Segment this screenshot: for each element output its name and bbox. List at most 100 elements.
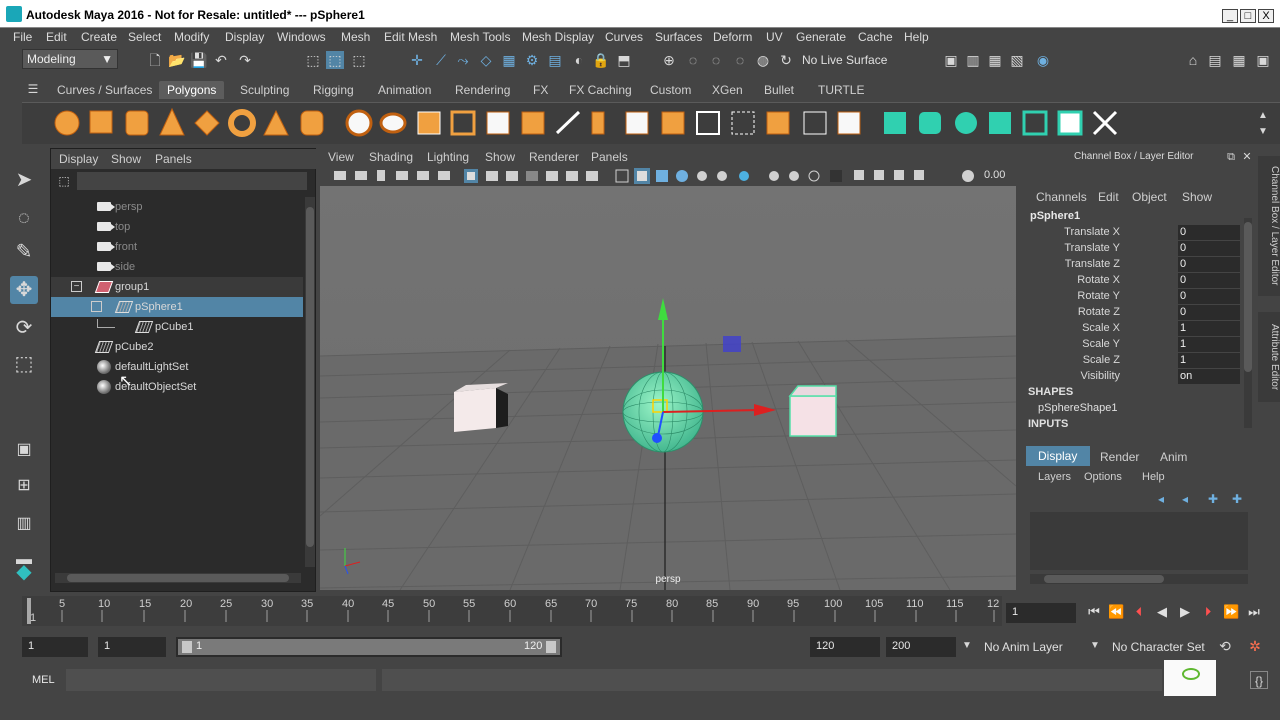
snap-point-icon[interactable]: ⤳: [454, 51, 472, 69]
channel-value-field[interactable]: 1: [1178, 337, 1240, 352]
layer-move-up-icon[interactable]: ◂: [1152, 490, 1170, 508]
paint-select-tool-icon[interactable]: ✎: [10, 238, 38, 266]
uv-spherical-icon[interactable]: [955, 112, 977, 134]
menu-file[interactable]: File: [13, 30, 32, 44]
modeling-toolkit-icon[interactable]: ◆: [10, 558, 38, 586]
grease-pencil-icon[interactable]: [438, 171, 450, 180]
tab-fx[interactable]: FX: [525, 81, 556, 99]
perspective-viewport[interactable]: persp: [320, 186, 1016, 590]
menu-edit-mesh[interactable]: Edit Mesh: [384, 30, 437, 44]
input-icon[interactable]: ⬒: [615, 51, 633, 69]
tab-turtle[interactable]: TURTLE: [810, 81, 872, 99]
channel-value-field[interactable]: 0: [1178, 289, 1240, 304]
menu-curves[interactable]: Curves: [605, 30, 643, 44]
uv-unfold-icon[interactable]: [1022, 110, 1048, 136]
gate-mask-icon[interactable]: [526, 171, 538, 181]
tab-animation[interactable]: Animation: [370, 81, 439, 99]
layout-icon[interactable]: ▤: [1206, 51, 1224, 69]
hud-icon[interactable]: [914, 170, 924, 180]
outliner-menu-show[interactable]: Show: [111, 152, 141, 166]
outliner-vscrollbar[interactable]: [305, 197, 315, 567]
outliner-search-input[interactable]: [77, 172, 307, 190]
tab-curves-surfaces[interactable]: Curves / Surfaces: [49, 81, 160, 99]
ambient-occlusion-icon[interactable]: [739, 171, 749, 181]
wireframe-icon[interactable]: [615, 169, 629, 183]
edit-menu[interactable]: Edit: [1098, 190, 1119, 204]
shelf-scroll-down-icon[interactable]: ▼: [1254, 123, 1272, 141]
boolean-icon[interactable]: [486, 111, 510, 135]
extract-icon[interactable]: [417, 111, 441, 135]
close-panel-icon[interactable]: ✕: [1238, 148, 1256, 166]
image-plane-icon[interactable]: [396, 171, 408, 180]
safe-action-icon[interactable]: [566, 171, 578, 181]
chevron-down-icon[interactable]: ▼: [958, 637, 976, 655]
command-input[interactable]: [66, 669, 376, 691]
time-slider[interactable]: 1 5 10 15 20 25 30 35 40 45 50 55 60 65 …: [22, 596, 1002, 626]
step-back-frame-icon[interactable]: ⏪: [1108, 604, 1124, 620]
2d-pan-icon[interactable]: [417, 171, 429, 180]
menu-generate[interactable]: Generate: [796, 30, 846, 44]
redo-icon[interactable]: ↷: [236, 51, 254, 69]
camera-attributes-icon[interactable]: [355, 171, 367, 180]
viewport-menu-shading[interactable]: Shading: [369, 150, 413, 164]
menu-select[interactable]: Select: [128, 30, 161, 44]
script-editor-icon[interactable]: {}: [1250, 671, 1268, 689]
toggle-panel-icon[interactable]: ▦: [1230, 51, 1248, 69]
isolate-select-icon[interactable]: [830, 170, 842, 182]
xray-components-icon[interactable]: [894, 170, 904, 180]
play-backwards-icon[interactable]: ◀: [1154, 604, 1170, 620]
ipr-icon[interactable]: ◐: [570, 51, 588, 69]
collapse-toggle-icon[interactable]: [91, 301, 102, 312]
symmetry-icon[interactable]: ◍: [754, 51, 772, 69]
bookmark-icon[interactable]: [377, 170, 385, 181]
poly-cylinder-icon[interactable]: [125, 110, 149, 136]
menu-mesh[interactable]: Mesh: [341, 30, 370, 44]
snap-surface-icon[interactable]: ▦: [500, 51, 518, 69]
tab-rendering[interactable]: Rendering: [447, 81, 518, 99]
lasso-icon[interactable]: ◌: [684, 51, 702, 69]
mirror-icon[interactable]: [521, 111, 545, 135]
range-end-grip[interactable]: [546, 641, 556, 653]
layer-list[interactable]: [1030, 512, 1248, 570]
layers-menu[interactable]: Layers: [1038, 471, 1071, 483]
viewport-menu-view[interactable]: View: [328, 150, 354, 164]
menu-help[interactable]: Help: [904, 30, 929, 44]
animation-end-field[interactable]: 200: [886, 637, 956, 657]
channel-value-field[interactable]: 1: [1178, 353, 1240, 368]
character-set-selector[interactable]: No Character Set: [1112, 640, 1205, 654]
paint-select-icon[interactable]: ◌: [707, 51, 725, 69]
menu-surfaces[interactable]: Surfaces: [655, 30, 702, 44]
poly-cone-icon[interactable]: [159, 107, 185, 136]
outliner-item[interactable]: top: [51, 217, 303, 237]
snap-view-icon[interactable]: ◇: [477, 51, 495, 69]
range-slider[interactable]: 1 120: [176, 637, 562, 657]
single-perspective-icon[interactable]: ▣: [10, 436, 38, 464]
outliner-menu-display[interactable]: Display: [59, 152, 98, 166]
layer-tab-anim[interactable]: Anim: [1160, 450, 1187, 464]
bevel-icon[interactable]: [661, 111, 685, 135]
smooth-icon[interactable]: [450, 110, 476, 136]
render-current-icon[interactable]: ▤: [546, 51, 564, 69]
safe-title-icon[interactable]: [586, 171, 598, 181]
step-forward-key-icon[interactable]: ⏵: [1200, 604, 1216, 620]
lasso-tool-icon[interactable]: ◌: [10, 204, 38, 232]
go-to-end-icon[interactable]: ⏭: [1246, 604, 1262, 620]
collapse-toggle-icon[interactable]: −: [71, 281, 82, 292]
viewport-menu-renderer[interactable]: Renderer: [529, 150, 579, 164]
help-menu[interactable]: Help: [1142, 471, 1165, 483]
pcube1-mesh[interactable]: [454, 383, 508, 432]
film-gate-icon[interactable]: [486, 171, 498, 181]
menu-modify[interactable]: Modify: [174, 30, 209, 44]
persp-outliner-icon[interactable]: ▥: [10, 510, 38, 538]
side-tab-channel-box[interactable]: Channel Box / Layer Editor: [1258, 156, 1280, 296]
channel-row[interactable]: Translate Y 0: [1022, 241, 1258, 257]
minimize-button[interactable]: _: [1222, 9, 1238, 23]
channel-value-field[interactable]: 0: [1178, 225, 1240, 240]
channel-value-field[interactable]: on: [1178, 369, 1240, 384]
render-icon[interactable]: ▥: [964, 51, 982, 69]
magnet-icon[interactable]: ⊕: [660, 51, 678, 69]
tab-sculpting[interactable]: Sculpting: [232, 81, 297, 99]
layer-tab-render[interactable]: Render: [1100, 450, 1139, 464]
layer-tab-display[interactable]: Display: [1026, 446, 1090, 466]
channel-row[interactable]: Rotate Z 0: [1022, 305, 1258, 321]
